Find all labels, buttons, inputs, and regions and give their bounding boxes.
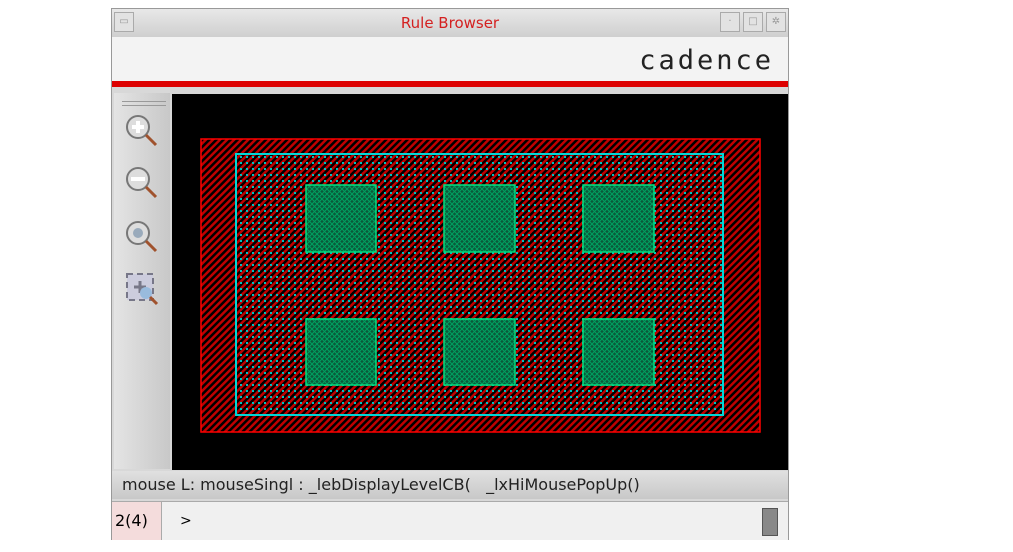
zoom-area-icon[interactable]	[124, 271, 160, 307]
maximize-button[interactable]: □	[743, 12, 763, 32]
scrollbar-thumb[interactable]	[762, 508, 778, 536]
via-shape[interactable]	[305, 184, 377, 253]
minimize-button[interactable]: ·	[720, 12, 740, 32]
zoom-out-icon[interactable]	[124, 165, 160, 201]
divider	[112, 81, 788, 87]
window-title: Rule Browser	[400, 14, 500, 32]
via-shape[interactable]	[443, 318, 516, 386]
via-shape[interactable]	[582, 318, 655, 386]
title-bar: ▭ Rule Browser · □ ✲	[112, 9, 788, 38]
command-counter: 2(4)	[112, 502, 162, 540]
zoom-in-icon[interactable]	[124, 113, 160, 149]
rule-browser-window: ▭ Rule Browser · □ ✲ cadence mouse L: mo…	[111, 8, 789, 540]
close-button[interactable]: ✲	[766, 12, 786, 32]
mouse-status-bar: mouse L: mouseSingl : _lebDisplayLevelCB…	[112, 471, 788, 499]
via-shape[interactable]	[443, 184, 516, 253]
via-shape[interactable]	[305, 318, 377, 386]
layout-canvas[interactable]	[172, 94, 788, 470]
zoom-fit-icon[interactable]	[124, 219, 160, 255]
zoom-toolbar	[114, 93, 170, 469]
header-banner: cadence	[112, 37, 788, 81]
cadence-logo: cadence	[639, 45, 774, 76]
command-prompt[interactable]: >	[180, 502, 192, 540]
toolbar-grip[interactable]	[122, 101, 166, 102]
command-line: 2(4) >	[112, 501, 788, 540]
via-shape[interactable]	[582, 184, 655, 253]
toolbar-grip[interactable]	[122, 105, 166, 106]
